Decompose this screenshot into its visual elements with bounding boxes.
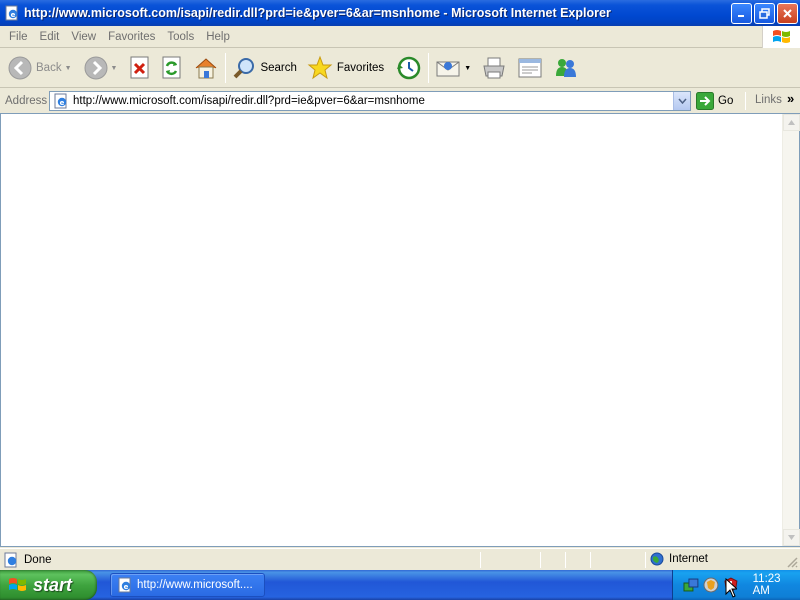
search-icon [234,58,255,79]
title-bar[interactable]: e http://www.microsoft.com/isapi/redir.d… [0,0,800,26]
scroll-down-icon [788,535,795,540]
address-label: Address [5,95,48,107]
back-dropdown-icon[interactable]: ▼ [65,65,72,72]
favorites-star-icon [307,55,333,80]
chevron-down-icon [677,98,687,104]
links-chevron-icon[interactable]: » [787,91,794,106]
history-icon [397,56,421,80]
menu-view[interactable]: View [65,31,102,43]
clock: 11:23 AM [752,573,781,597]
svg-text:e: e [124,583,129,591]
home-icon [196,58,217,79]
status-separator [480,552,481,568]
start-button[interactable]: start [0,570,97,600]
menu-favorites[interactable]: Favorites [102,31,161,43]
messenger-icon [556,59,577,77]
mail-button[interactable]: ▼ [433,51,473,85]
svg-text:e: e [11,11,16,19]
address-input[interactable] [73,95,663,107]
back-icon [8,56,32,80]
window-title: http://www.microsoft.com/isapi/redir.dll… [24,6,611,20]
refresh-icon [162,56,181,79]
search-button[interactable]: Search [230,51,298,85]
menu-help[interactable]: Help [200,31,236,43]
browser-content[interactable] [0,113,800,547]
print-button[interactable] [479,51,509,85]
forward-dropdown-icon[interactable]: ▼ [111,65,118,72]
forward-icon [84,56,108,80]
security-zone: Internet [650,552,708,566]
print-icon [483,57,505,79]
stop-button[interactable] [127,51,153,85]
toolbar-separator [225,53,227,83]
globe-icon [650,552,664,566]
ie-page-icon: e [54,93,67,109]
close-button[interactable] [777,3,798,24]
taskbar-item-ie[interactable]: e http://www.microsoft.... [110,573,265,597]
zone-label: Internet [669,553,708,565]
menu-bar: File Edit View Favorites Tools Help [0,26,800,48]
status-separator [645,552,646,568]
windows-flag-icon [9,578,26,591]
status-bar: Done Internet [0,548,800,570]
scroll-down-button[interactable] [783,529,800,546]
address-dropdown-button[interactable] [673,92,690,110]
status-separator [565,552,566,568]
standard-toolbar: Back ▼ ▼ Search Favorites ▼ [0,49,800,88]
toolbar-separator [428,53,430,83]
history-button[interactable] [394,51,424,85]
go-button[interactable]: Go [696,91,733,111]
edit-button[interactable] [515,51,545,85]
back-label: Back [36,62,62,74]
links-separator [745,92,746,110]
mail-icon [436,61,460,77]
go-label: Go [718,95,734,107]
menu-tools[interactable]: Tools [161,31,200,43]
svg-text:e: e [60,99,65,107]
scroll-up-icon [788,120,795,125]
scroll-up-button[interactable] [783,114,800,131]
address-bar: Address e Go Links » [0,89,800,113]
go-arrow-icon [696,92,714,110]
address-field[interactable]: e [49,91,691,111]
ie-page-icon: e [5,5,18,21]
maximize-icon [759,8,770,19]
minimize-icon [738,15,744,17]
minimize-button[interactable] [731,3,752,24]
refresh-button[interactable] [159,51,185,85]
search-label: Search [260,62,297,74]
mail-dropdown-icon[interactable]: ▼ [464,65,471,72]
windows-flag-icon [772,30,790,43]
ie-page-icon [4,552,17,567]
maximize-button[interactable] [754,3,775,24]
resize-grip-icon[interactable] [786,556,798,568]
menu-file[interactable]: File [3,31,34,43]
stop-icon [130,56,149,79]
menu-edit[interactable]: Edit [34,31,66,43]
status-separator [590,552,591,568]
shield-icon[interactable] [703,577,719,593]
ie-page-icon: e [118,577,131,593]
taskbar-item-label: http://www.microsoft.... [137,579,253,591]
links-toolbar[interactable]: Links [755,94,782,106]
close-icon [783,9,792,18]
favorites-button[interactable]: Favorites [305,51,386,85]
messenger-button[interactable] [551,51,581,85]
status-separator [540,552,541,568]
taskbar: start e http://www.microsoft.... 11:23 A… [0,570,800,600]
windows-logo [762,26,800,48]
home-button[interactable] [191,51,221,85]
back-button[interactable]: Back ▼ [6,51,74,85]
vertical-scrollbar[interactable] [782,114,800,546]
status-text: Done [24,553,52,566]
forward-button[interactable]: ▼ [82,51,120,85]
network-icon[interactable] [683,577,699,593]
favorites-label: Favorites [336,62,385,74]
start-label: start [33,574,73,595]
edit-icon [518,58,542,78]
mouse-cursor-icon [725,578,737,598]
